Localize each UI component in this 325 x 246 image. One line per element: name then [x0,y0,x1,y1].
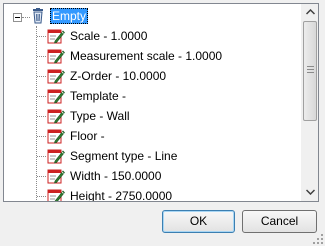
tree-connector [37,196,46,197]
resize-grip-icon[interactable] [312,233,324,245]
tree-item[interactable]: Floor - [4,126,301,146]
tree-item-label: Height - 2750.0000 [70,189,173,201]
cancel-button[interactable]: Cancel [242,210,317,233]
arrow-up-icon [306,9,315,15]
edit-property-icon [47,189,65,201]
tree-connector [37,176,46,177]
edit-property-icon [47,109,65,124]
edit-property-icon [47,169,65,184]
tree-item-label: Measurement scale - 1.0000 [70,49,223,63]
edit-property-icon [47,149,65,164]
tree-item-label: Width - 150.0000 [70,169,162,183]
tree-connector [37,136,46,137]
tree-item-label: Template - [70,89,127,103]
tree-item[interactable]: Scale - 1.0000 [4,26,301,46]
tree-root-node[interactable]: Empty [4,6,301,28]
edit-property-icon [47,89,65,104]
trash-bin-icon [33,8,43,24]
tree-item[interactable]: Height - 2750.0000 [4,186,301,201]
edit-property-icon [47,29,65,44]
tree-item[interactable]: Type - Wall [4,106,301,126]
tree-item-label: Z-Order - 10.0000 [70,69,167,83]
tree-connector [37,56,46,57]
scroll-thumb[interactable] [303,21,317,121]
edit-property-icon [47,129,65,144]
properties-dialog: Empty Scale - 1.0000 Measurement scale - … [0,0,325,246]
tree-item[interactable]: Width - 150.0000 [4,166,301,186]
tree-content: Empty Scale - 1.0000 Measurement scale - … [4,4,301,201]
tree-item[interactable]: Z-Order - 10.0000 [4,66,301,86]
tree-connector [22,17,30,18]
tree-item-label: Type - Wall [70,109,130,123]
tree-connector [37,36,46,37]
edit-property-icon [47,69,65,84]
tree-connector [37,116,46,117]
tree-item[interactable]: Template - [4,86,301,106]
tree-item-label: Segment type - Line [70,149,178,163]
collapse-icon[interactable] [13,13,22,22]
tree-root-label[interactable]: Empty [50,8,89,24]
arrow-down-icon [306,189,315,195]
tree-connector [37,76,46,77]
tree-item[interactable]: Segment type - Line [4,146,301,166]
tree-connector [37,96,46,97]
scroll-up-button[interactable] [302,4,318,21]
tree-item[interactable]: Measurement scale - 1.0000 [4,46,301,66]
property-tree[interactable]: Empty Scale - 1.0000 Measurement scale - … [3,3,319,202]
tree-connector [37,156,46,157]
ok-button[interactable]: OK [162,210,235,233]
tree-item-label: Floor - [70,129,105,143]
scroll-down-button[interactable] [302,184,318,201]
vertical-scrollbar[interactable] [301,4,318,201]
edit-property-icon [47,49,65,64]
tree-item-label: Scale - 1.0000 [70,29,148,43]
